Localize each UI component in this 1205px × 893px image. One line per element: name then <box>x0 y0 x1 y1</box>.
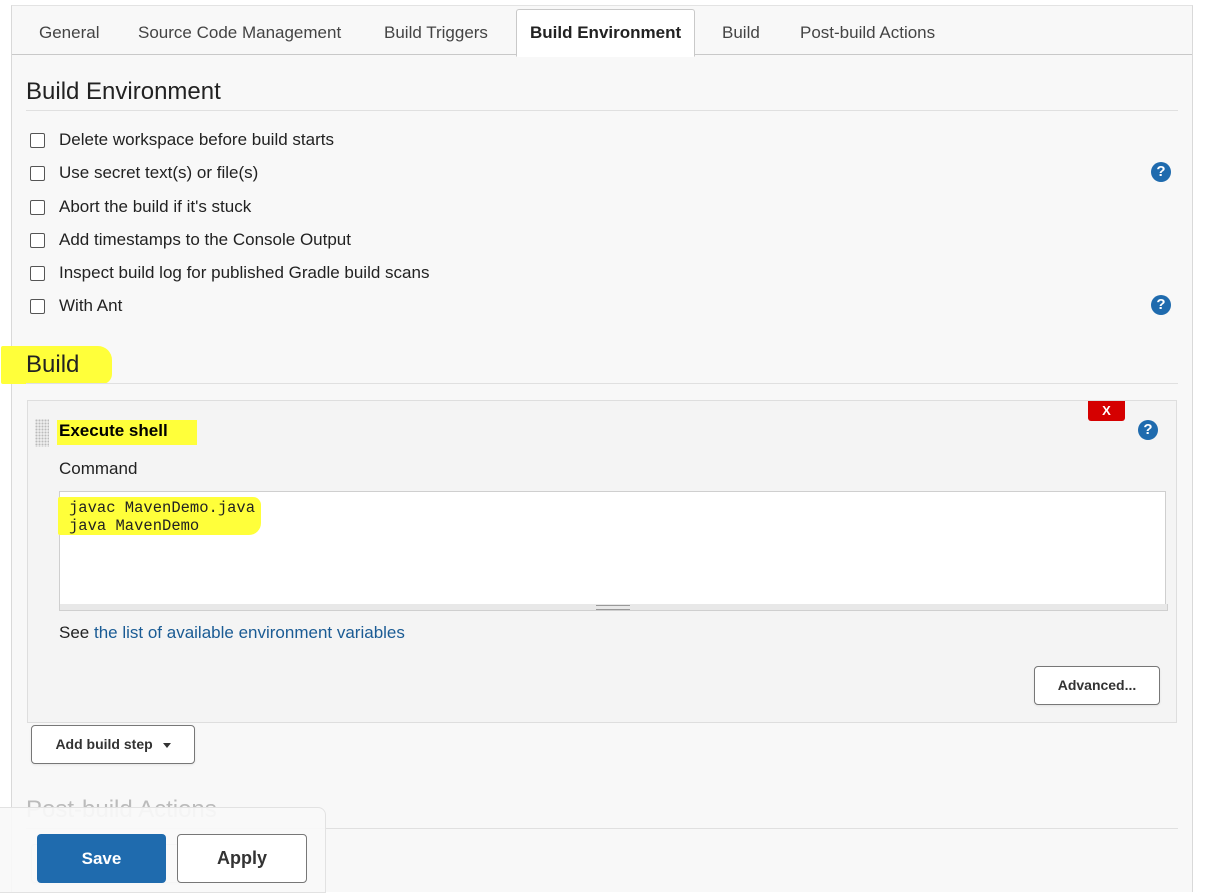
option-label: Abort the build if it's stuck <box>59 197 252 216</box>
tab-post-build-actions[interactable]: Post-build Actions <box>800 23 935 43</box>
textarea-resize-handle[interactable] <box>59 604 1168 611</box>
config-panel: General Source Code Management Build Tri… <box>1 5 1193 892</box>
drag-handle-icon[interactable] <box>35 419 49 447</box>
checkbox-secret-text[interactable] <box>30 166 45 181</box>
option-label: Delete workspace before build starts <box>59 130 334 149</box>
save-button[interactable]: Save <box>37 834 166 883</box>
delete-step-button[interactable]: X <box>1088 401 1125 421</box>
help-icon[interactable]: ? <box>1151 162 1171 182</box>
tab-general[interactable]: General <box>39 23 99 43</box>
save-apply-bar: Save Apply <box>0 807 326 893</box>
option-label: Add timestamps to the Console Output <box>59 230 351 249</box>
tab-bar: General Source Code Management Build Tri… <box>12 6 1192 57</box>
step-title: Execute shell <box>59 421 168 440</box>
option-label: Inspect build log for published Gradle b… <box>59 263 430 282</box>
apply-button[interactable]: Apply <box>177 834 307 883</box>
tab-build-environment[interactable]: Build Environment <box>516 9 696 57</box>
advanced-button[interactable]: Advanced... <box>1034 666 1160 705</box>
checkbox-delete-workspace[interactable] <box>30 133 45 148</box>
help-icon[interactable]: ? <box>1151 295 1171 315</box>
tab-build[interactable]: Build <box>722 23 760 43</box>
caret-down-icon <box>162 742 171 748</box>
tab-source-code-management[interactable]: Source Code Management <box>138 23 341 43</box>
checkbox-timestamps[interactable] <box>30 233 45 248</box>
checkbox-abort-stuck[interactable] <box>30 200 45 215</box>
checkbox-with-ant[interactable] <box>30 299 45 314</box>
add-build-step-label: Add build step <box>55 736 153 752</box>
section-divider <box>26 110 1178 111</box>
resize-grip-icon <box>596 605 630 610</box>
help-icon[interactable]: ? <box>1138 420 1158 440</box>
build-environment-heading: Build Environment <box>26 78 221 105</box>
option-label: With Ant <box>59 296 123 315</box>
checkbox-gradle-scans[interactable] <box>30 266 45 281</box>
tab-build-triggers[interactable]: Build Triggers <box>384 23 488 43</box>
build-heading: Build <box>26 351 80 378</box>
command-text: javac MavenDemo.java java MavenDemo <box>69 499 256 535</box>
option-label: Use secret text(s) or file(s) <box>59 163 259 182</box>
add-build-step-button[interactable]: Add build step <box>31 725 195 764</box>
env-vars-hint: See the list of available environment va… <box>59 623 405 643</box>
command-textarea[interactable]: javac MavenDemo.java java MavenDemo <box>58 491 1166 605</box>
command-label: Command <box>59 459 138 478</box>
section-divider <box>26 383 1178 384</box>
execute-shell-step: Execute shell X ? Command javac MavenDem… <box>27 400 1177 723</box>
hint-prefix: See <box>59 623 94 642</box>
env-vars-link[interactable]: the list of available environment variab… <box>94 623 405 642</box>
